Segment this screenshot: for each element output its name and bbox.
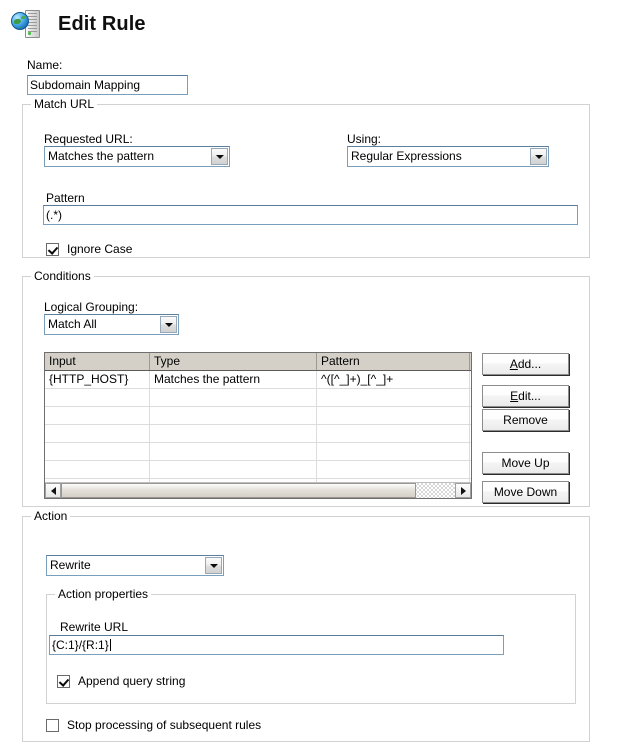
action-type-value: Rewrite: [50, 558, 91, 572]
cell-type: [150, 443, 317, 460]
action-legend: Action: [31, 510, 71, 523]
cell-pattern: ^([^_]+)_[^_]+: [317, 371, 470, 388]
append-query-string-label: Append query string: [78, 674, 186, 688]
cell-pattern: [317, 461, 470, 478]
using-value: Regular Expressions: [351, 149, 462, 163]
name-label: Name:: [27, 58, 63, 72]
edit-button-label-rest: dit...: [518, 389, 541, 403]
table-row[interactable]: [45, 443, 471, 461]
table-row[interactable]: {HTTP_HOST} Matches the pattern ^([^_]+)…: [45, 371, 471, 389]
requested-url-label: Requested URL:: [44, 132, 133, 146]
remove-condition-button[interactable]: Remove: [482, 409, 569, 431]
add-accel: A: [509, 357, 518, 371]
conditions-table[interactable]: Input Type Pattern {HTTP_HOST} Matches t…: [44, 352, 472, 499]
table-row[interactable]: [45, 461, 471, 479]
cell-input: [45, 425, 150, 442]
web-server-icon: [10, 8, 46, 42]
add-button-label-rest: dd...: [517, 357, 542, 371]
cell-type: Matches the pattern: [150, 371, 317, 388]
cell-type: [150, 407, 317, 424]
table-header-row: Input Type Pattern: [45, 353, 471, 371]
action-type-dropdown[interactable]: Rewrite: [46, 555, 224, 576]
rewrite-url-label: Rewrite URL: [60, 620, 129, 634]
cell-type: [150, 389, 317, 406]
logical-grouping-value: Match All: [48, 317, 97, 331]
ignore-case-label: Ignore Case: [67, 242, 133, 256]
append-query-string-checkbox-row[interactable]: Append query string: [57, 674, 185, 688]
add-condition-button[interactable]: Add...: [482, 353, 569, 375]
stop-processing-checkbox-row[interactable]: Stop processing of subsequent rules: [46, 718, 261, 732]
move-down-button[interactable]: Move Down: [482, 481, 569, 503]
chevron-down-icon[interactable]: [211, 148, 228, 165]
pattern-input[interactable]: (.*): [43, 205, 578, 225]
cell-pattern: [317, 443, 470, 460]
cell-pattern: [317, 407, 470, 424]
table-row[interactable]: [45, 407, 471, 425]
ignore-case-checkbox[interactable]: [46, 242, 59, 256]
scrollbar-track[interactable]: [61, 483, 455, 498]
using-dropdown[interactable]: Regular Expressions: [347, 146, 549, 167]
rewrite-url-input[interactable]: {C:1}/{R:1}: [49, 635, 504, 655]
stop-processing-checkbox[interactable]: [46, 718, 59, 732]
cell-type: [150, 461, 317, 478]
pattern-label: Pattern: [46, 191, 85, 205]
cell-pattern: [317, 425, 470, 442]
edit-condition-button[interactable]: Edit...: [482, 385, 569, 407]
cell-input: [45, 389, 150, 406]
cell-type: [150, 425, 317, 442]
cell-input: [45, 461, 150, 478]
cell-pattern: [317, 389, 470, 406]
edit-accel: E: [510, 389, 519, 403]
move-up-button[interactable]: Move Up: [482, 452, 569, 474]
page-header: Edit Rule: [0, 0, 622, 40]
logical-grouping-dropdown[interactable]: Match All: [44, 314, 179, 335]
match-url-group: Match URL: [22, 98, 590, 258]
logical-grouping-label: Logical Grouping:: [44, 300, 139, 314]
ignore-case-checkbox-row[interactable]: Ignore Case: [46, 242, 132, 256]
cell-input: [45, 443, 150, 460]
chevron-down-icon[interactable]: [530, 148, 547, 165]
requested-url-value: Matches the pattern: [48, 149, 155, 163]
match-url-legend: Match URL: [31, 98, 98, 111]
horizontal-scrollbar[interactable]: [45, 482, 471, 498]
column-header-input[interactable]: Input: [45, 353, 150, 370]
chevron-down-icon[interactable]: [205, 557, 222, 574]
action-properties-legend: Action properties: [55, 588, 152, 601]
name-input[interactable]: Subdomain Mapping: [27, 75, 188, 95]
using-label: Using:: [347, 132, 382, 146]
requested-url-dropdown[interactable]: Matches the pattern: [44, 146, 230, 167]
column-header-type[interactable]: Type: [150, 353, 317, 370]
scrollbar-thumb[interactable]: [61, 483, 416, 498]
page-title: Edit Rule: [58, 13, 146, 35]
scroll-right-icon[interactable]: [455, 483, 471, 498]
stop-processing-label: Stop processing of subsequent rules: [67, 718, 262, 732]
cell-input: {HTTP_HOST}: [45, 371, 150, 388]
append-query-string-checkbox[interactable]: [57, 674, 70, 688]
cell-input: [45, 407, 150, 424]
column-header-pattern[interactable]: Pattern: [317, 353, 470, 370]
table-row[interactable]: [45, 389, 471, 407]
chevron-down-icon[interactable]: [160, 316, 177, 333]
conditions-legend: Conditions: [31, 270, 94, 283]
scroll-left-icon[interactable]: [45, 483, 61, 498]
table-row[interactable]: [45, 425, 471, 443]
